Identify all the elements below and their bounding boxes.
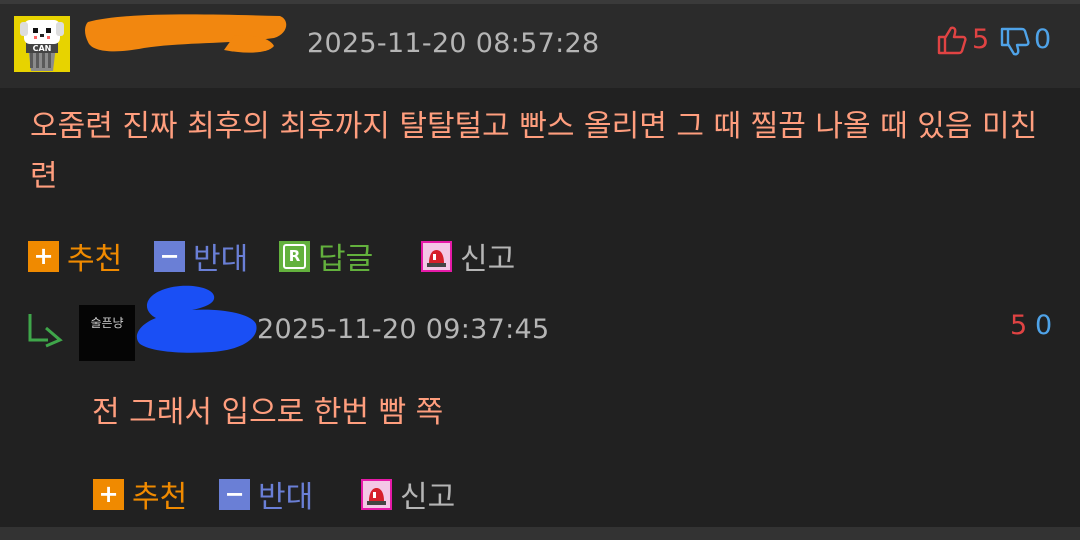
svg-text:CAN: CAN — [33, 44, 52, 53]
recommend-button[interactable]: + 추천 — [28, 234, 122, 278]
comment-timestamp: 2025-11-20 08:57:28 — [307, 28, 600, 59]
oppose-button[interactable]: − 반대 — [154, 234, 248, 278]
report-label: 신고 — [460, 242, 516, 277]
siren-icon — [361, 478, 392, 510]
reply-report-button[interactable]: 신고 — [361, 472, 455, 516]
minus-icon: − — [219, 478, 250, 510]
downvote-count: 0 — [1034, 24, 1052, 55]
user-avatar[interactable]: CAN — [14, 16, 70, 72]
reply-report-label: 신고 — [400, 480, 456, 515]
avatar-dog-can-icon: CAN — [14, 16, 70, 72]
comment-body-line2: 련 — [30, 159, 58, 194]
reply-button[interactable]: R 답글 — [279, 234, 373, 278]
reply-recommend-button[interactable]: + 추천 — [93, 472, 187, 516]
reply-r-icon: R — [279, 240, 310, 272]
reply-oppose-button[interactable]: − 반대 — [219, 472, 313, 516]
minus-icon: − — [154, 240, 185, 272]
reply-recommend-label: 추천 — [132, 480, 188, 515]
bottom-divider — [0, 527, 1080, 540]
plus-icon: + — [93, 478, 124, 510]
reply-timestamp: 2025-11-20 09:37:45 — [257, 314, 550, 345]
plus-icon: + — [28, 240, 59, 272]
comment-thread: CAN 2025-11-20 08:57:28 5 0 오줌련 진짜 최후의 최… — [0, 0, 1080, 540]
reply-upvote-count[interactable]: 5 — [1010, 310, 1027, 341]
reply-oppose-label: 반대 — [258, 480, 314, 515]
reply-username-redaction — [136, 285, 257, 353]
reply-arrow-icon — [28, 314, 63, 348]
reply-avatar-text: 술픈냥 — [90, 316, 123, 330]
siren-icon — [421, 240, 452, 272]
username-redaction — [85, 14, 287, 53]
reply-label: 답글 — [318, 242, 374, 277]
reply-avatar-image: 술픈냥 — [79, 305, 135, 361]
thumbs-up-icon[interactable] — [936, 24, 968, 56]
report-button[interactable]: 신고 — [421, 234, 515, 278]
recommend-label: 추천 — [67, 242, 123, 277]
reply-user-avatar[interactable]: 술픈냥 — [79, 305, 135, 361]
comment-body-line1: 오줌련 진짜 최후의 최후까지 탈탈털고 빤스 올리면 그 때 찔끔 나올 때 … — [30, 109, 1038, 144]
thumbs-down-icon[interactable] — [999, 26, 1031, 58]
reply-body: 전 그래서 입으로 한번 빰 쪽 — [92, 395, 444, 430]
upvote-count: 5 — [972, 24, 990, 55]
oppose-label: 반대 — [193, 242, 249, 277]
reply-downvote-count[interactable]: 0 — [1035, 310, 1052, 341]
